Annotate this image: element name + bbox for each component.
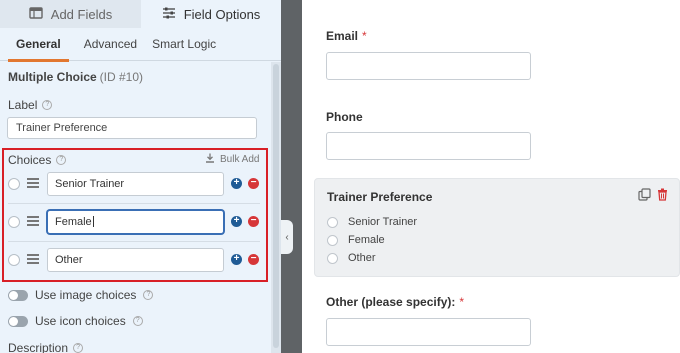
field-options-subtabs: General Advanced Smart Logic bbox=[0, 28, 281, 62]
other-label-text: Other (please specify): bbox=[326, 295, 456, 309]
preview-option-label: Female bbox=[348, 234, 385, 246]
chevron-left-icon: ‹ bbox=[285, 231, 289, 243]
help-icon[interactable]: ? bbox=[143, 290, 154, 300]
table-icon bbox=[29, 6, 43, 23]
choice-row: Other + − bbox=[8, 248, 260, 272]
preview-radio[interactable] bbox=[327, 252, 338, 264]
tab-general[interactable]: General bbox=[8, 28, 69, 62]
drag-handle-icon[interactable] bbox=[27, 178, 39, 188]
form-preview: Email * Phone Trainer Preference Senior T… bbox=[302, 0, 680, 353]
choice-row-divider bbox=[8, 203, 260, 204]
toggle-icon-choices[interactable]: Use icon choices ? bbox=[8, 314, 143, 328]
field-actions bbox=[638, 188, 669, 204]
choice-default-radio[interactable] bbox=[8, 178, 20, 190]
toggle-switch[interactable] bbox=[8, 289, 28, 301]
panel-scrollbar-thumb[interactable] bbox=[273, 64, 279, 348]
preview-option[interactable]: Female bbox=[327, 234, 385, 246]
bulk-add-label: Bulk Add bbox=[220, 154, 260, 165]
label-field-label: Label ? bbox=[8, 98, 53, 112]
selected-field-trainer-preference[interactable]: Trainer Preference Senior Trainer Female… bbox=[314, 178, 680, 277]
toggle-label: Use image choices bbox=[35, 288, 137, 302]
preview-option[interactable]: Other bbox=[327, 252, 376, 264]
email-field-label: Email * bbox=[326, 29, 367, 43]
phone-preview-input[interactable] bbox=[326, 132, 531, 160]
description-label-text: Description bbox=[8, 341, 69, 353]
field-id: (ID #10) bbox=[99, 70, 144, 84]
toggle-label: Use icon choices bbox=[35, 314, 126, 328]
choice-row-divider bbox=[8, 241, 260, 242]
preview-option[interactable]: Senior Trainer bbox=[327, 216, 417, 228]
other-field-label: Other (please specify): * bbox=[326, 295, 464, 309]
choice-input-value: Female bbox=[55, 216, 92, 228]
field-type-heading: Multiple Choice (ID #10) bbox=[8, 70, 143, 84]
tab-advanced[interactable]: Advanced bbox=[84, 28, 137, 61]
remove-choice-icon[interactable]: − bbox=[248, 178, 259, 189]
add-choice-icon[interactable]: + bbox=[231, 254, 242, 265]
bulk-add-button[interactable]: Bulk Add bbox=[205, 153, 259, 166]
trash-icon[interactable] bbox=[656, 188, 669, 204]
choice-default-radio[interactable] bbox=[8, 254, 20, 266]
preview-option-label: Senior Trainer bbox=[348, 216, 418, 228]
drag-handle-icon[interactable] bbox=[27, 216, 39, 226]
other-preview-input[interactable] bbox=[326, 318, 531, 346]
field-label-input[interactable]: Trainer Preference bbox=[7, 117, 257, 139]
choice-input[interactable]: Other bbox=[47, 248, 224, 272]
help-icon[interactable]: ? bbox=[56, 155, 67, 165]
help-icon[interactable]: ? bbox=[42, 100, 53, 110]
choice-row: Female + − bbox=[8, 210, 260, 234]
tab-add-fields[interactable]: Add Fields bbox=[0, 0, 141, 28]
toggle-switch[interactable] bbox=[8, 315, 28, 327]
add-choice-icon[interactable]: + bbox=[231, 178, 242, 189]
drag-handle-icon[interactable] bbox=[27, 254, 39, 264]
duplicate-icon[interactable] bbox=[638, 188, 651, 204]
field-type-name: Multiple Choice bbox=[8, 70, 97, 84]
label-text: Label bbox=[8, 98, 38, 112]
tab-add-fields-label: Add Fields bbox=[50, 6, 113, 22]
phone-field-label: Phone bbox=[326, 110, 363, 124]
sliders-icon bbox=[162, 6, 176, 23]
text-cursor bbox=[92, 216, 94, 227]
preview-radio[interactable] bbox=[327, 216, 338, 228]
selected-field-title: Trainer Preference bbox=[327, 190, 433, 204]
tab-field-options-label: Field Options bbox=[183, 6, 261, 22]
choice-input-focused[interactable]: Female bbox=[47, 210, 224, 234]
help-icon[interactable]: ? bbox=[73, 343, 84, 353]
tab-smart-logic[interactable]: Smart Logic bbox=[152, 28, 216, 61]
email-preview-input[interactable] bbox=[326, 52, 531, 80]
choices-label-text: Choices bbox=[8, 153, 52, 167]
choices-label: Choices ? bbox=[8, 153, 67, 167]
choice-input[interactable]: Senior Trainer bbox=[47, 172, 224, 196]
choice-row: Senior Trainer + − bbox=[8, 172, 260, 196]
collapse-panel-button[interactable]: ‹ bbox=[281, 220, 293, 254]
email-label-text: Email bbox=[326, 29, 359, 43]
remove-choice-icon[interactable]: − bbox=[248, 254, 259, 265]
required-mark: * bbox=[459, 295, 465, 309]
toggle-image-choices[interactable]: Use image choices ? bbox=[8, 288, 154, 302]
tab-field-options[interactable]: Field Options bbox=[141, 0, 281, 28]
preview-radio[interactable] bbox=[327, 234, 338, 246]
help-icon[interactable]: ? bbox=[132, 316, 143, 326]
description-label: Description ? bbox=[8, 341, 84, 353]
panel-divider bbox=[281, 0, 302, 353]
choice-default-radio[interactable] bbox=[8, 216, 20, 228]
add-choice-icon[interactable]: + bbox=[231, 216, 242, 227]
remove-choice-icon[interactable]: − bbox=[248, 216, 259, 227]
panel-top-tabs: Add Fields Field Options bbox=[0, 0, 281, 28]
preview-option-label: Other bbox=[348, 252, 376, 264]
field-options-panel: Add Fields Field Options General Advance… bbox=[0, 0, 281, 353]
download-icon bbox=[205, 153, 215, 166]
required-mark: * bbox=[362, 29, 367, 43]
